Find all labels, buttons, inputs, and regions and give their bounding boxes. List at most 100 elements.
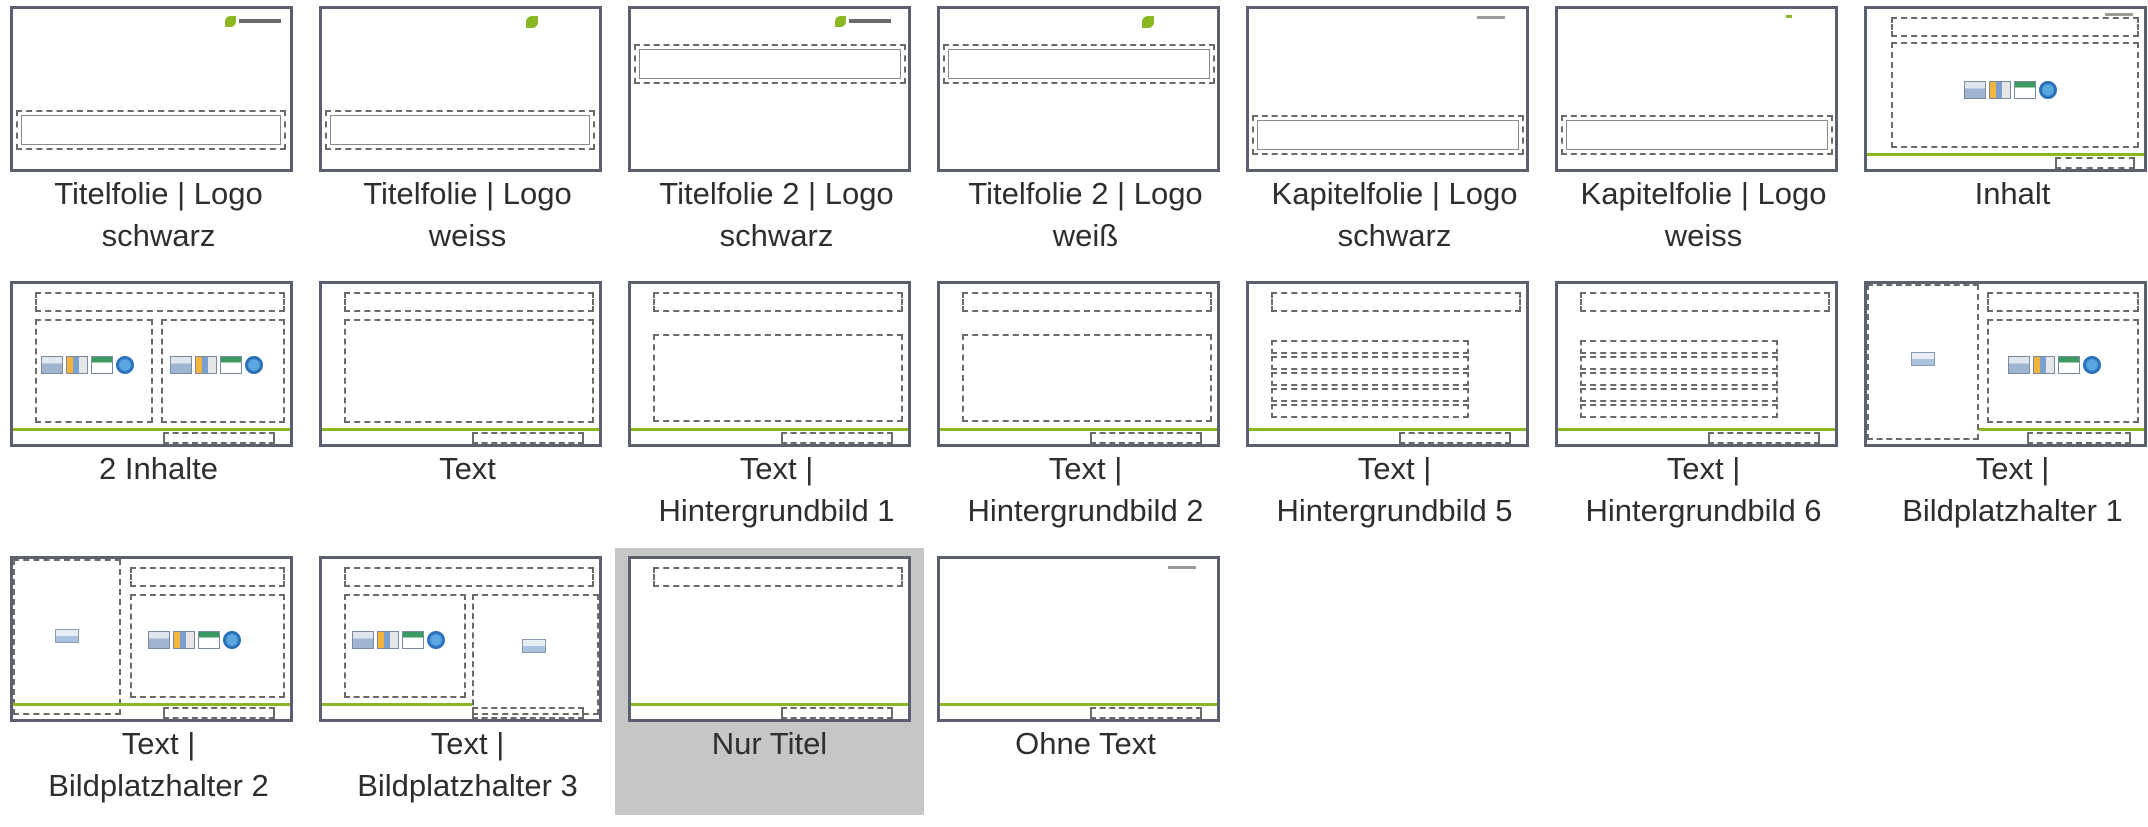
title-placeholder [16,110,286,150]
green-footer-line [940,428,1217,431]
layout-titelfolie-logo-schwarz[interactable]: Titelfolie | Logo schwarz [4,2,313,277]
leaf-logo-icon [1786,15,1792,18]
layout-thumbnail [628,6,911,172]
layout-thumbnail [319,6,602,172]
layout-label: Ohne Text [1015,726,1156,761]
layout-kapitelfolie-logo-weiss[interactable]: Kapitelfolie | Logo weiss [1549,2,1858,277]
layout-text-bildplatzhalter-2[interactable]: Text | Bildplatzhalter 2 [4,552,313,827]
layout-label: 2 Inhalte [99,451,218,486]
leaf-logo-icon [526,16,538,28]
layout-thumbnail [319,556,602,722]
title-placeholder [653,292,903,312]
layout-thumbnail [1864,6,2147,172]
green-footer-line [322,703,472,706]
green-footer-line [13,703,290,706]
layout-label: Titelfolie 2 | Logo schwarz [659,176,894,253]
slide-layout-gallery: Titelfolie | Logo schwarz Titelfolie | L… [0,0,2148,815]
text-line-placeholder [1580,404,1778,418]
footer-placeholder [2027,432,2131,444]
footer-placeholder [2055,157,2135,169]
layout-thumbnail [1555,6,1838,172]
layout-text-bildplatzhalter-1[interactable]: Text | Bildplatzhalter 1 [1858,277,2148,552]
leaf-logo-icon [1168,566,1196,569]
footer-placeholder [1399,432,1511,444]
layout-label: Titelfolie 2 | Logo weiß [968,176,1203,253]
leaf-logo-icon [225,15,281,27]
footer-placeholder [781,432,893,444]
picture-icon [522,639,546,653]
layout-label: Text | Hintergrundbild 6 [1585,451,1822,528]
picture-placeholder [472,594,599,715]
layout-thumbnail [1246,6,1529,172]
footer-placeholder [1708,432,1820,444]
layout-text[interactable]: Text [313,277,622,552]
layout-thumbnail [1864,281,2147,447]
layout-thumbnail [628,556,911,722]
footer-placeholder [472,432,584,444]
layout-label: Kapitelfolie | Logo weiss [1580,176,1827,253]
text-line-placeholder [1271,356,1469,370]
title-placeholder [35,292,285,312]
text-line-placeholder [1271,404,1469,418]
layout-label: Inhalt [1974,176,2051,211]
layout-kapitelfolie-logo-schwarz[interactable]: Kapitelfolie | Logo schwarz [1240,2,1549,277]
layout-ohne-text[interactable]: Ohne Text [931,552,1240,827]
text-placeholder [344,319,594,423]
text-line-placeholder [1580,372,1778,386]
layout-label: Text | Bildplatzhalter 2 [48,726,269,803]
layout-thumbnail [937,6,1220,172]
green-footer-line [1867,153,2144,156]
green-footer-line [322,428,599,431]
picture-icon [55,629,79,643]
title-placeholder [1271,292,1521,312]
title-placeholder [344,292,594,312]
insert-content-icons [41,356,134,374]
layout-2-inhalte[interactable]: 2 Inhalte [4,277,313,552]
layout-text-hintergrundbild-1[interactable]: Text | Hintergrundbild 1 [622,277,931,552]
title-placeholder [634,44,906,84]
layout-text-hintergrundbild-2[interactable]: Text | Hintergrundbild 2 [931,277,1240,552]
layout-titelfolie-logo-weiss[interactable]: Titelfolie | Logo weiss [313,2,622,277]
layout-titelfolie-2-logo-schwarz[interactable]: Titelfolie 2 | Logo schwarz [622,2,931,277]
leaf-logo-icon [2105,13,2133,16]
layout-label: Nur Titel [711,726,828,761]
layout-label: Titelfolie | Logo weiss [363,176,572,253]
layout-thumbnail [937,556,1220,722]
title-placeholder [653,567,903,587]
green-footer-line [631,428,908,431]
green-footer-line [631,703,908,706]
layout-thumbnail [10,281,293,447]
layout-thumbnail [1246,281,1529,447]
layout-text-hintergrundbild-5[interactable]: Text | Hintergrundbild 5 [1240,277,1549,552]
layout-thumbnail [10,6,293,172]
insert-content-icons [170,356,263,374]
title-placeholder [344,567,594,587]
text-line-placeholder [1580,388,1778,402]
footer-placeholder [1090,432,1202,444]
insert-content-icons [2008,356,2101,374]
text-line-placeholder [1271,340,1469,354]
green-footer-line [13,428,290,431]
layout-label: Text [439,451,496,486]
layout-thumbnail [1555,281,1838,447]
picture-icon [1911,352,1935,366]
layout-nur-titel[interactable]: Nur Titel [615,548,924,815]
insert-content-icons [148,631,241,649]
layout-inhalt[interactable]: Inhalt [1858,2,2148,277]
layout-label: Kapitelfolie | Logo schwarz [1271,176,1518,253]
layout-titelfolie-2-logo-weiss[interactable]: Titelfolie 2 | Logo weiß [931,2,1240,277]
layout-text-bildplatzhalter-3[interactable]: Text | Bildplatzhalter 3 [313,552,622,827]
layout-label: Text | Bildplatzhalter 3 [357,726,578,803]
title-placeholder [130,567,285,587]
layout-text-hintergrundbild-6[interactable]: Text | Hintergrundbild 6 [1549,277,1858,552]
footer-placeholder [781,707,893,719]
leaf-logo-icon [1477,16,1505,19]
text-line-placeholder [1580,340,1778,354]
title-placeholder [325,110,595,150]
insert-content-icons [352,631,445,649]
layout-label: Text | Hintergrundbild 1 [658,451,895,528]
layout-thumbnail [628,281,911,447]
title-placeholder [962,292,1212,312]
text-placeholder [653,334,903,422]
layout-thumbnail [10,556,293,722]
